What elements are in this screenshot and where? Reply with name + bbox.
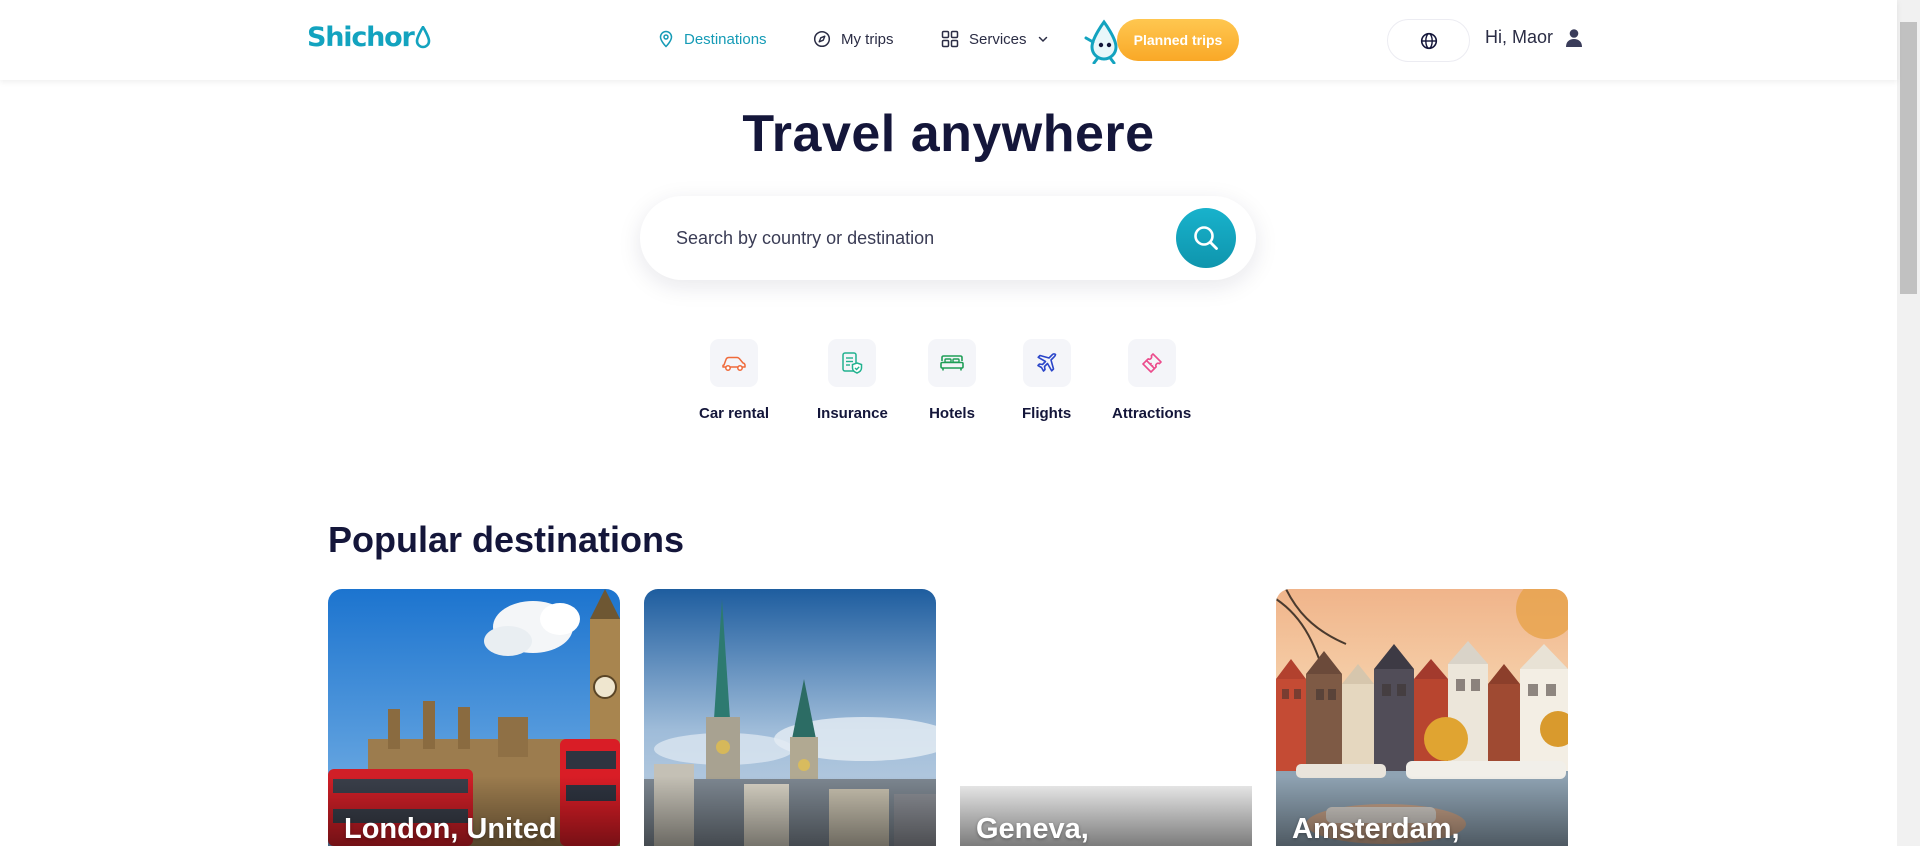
category-label: Attractions [1112,405,1192,422]
drop-icon [415,26,430,49]
category-car-rental[interactable]: Car rental [699,339,769,422]
destination-card-london[interactable]: London, United [328,589,620,846]
category-tile [1022,339,1071,387]
destination-card-geneva[interactable]: Geneva, [960,589,1252,846]
top-header: Shichor Destinations My trips Services P… [0,0,1897,80]
card-shade [644,776,936,846]
category-label: Car rental [699,405,770,422]
destination-name: Amsterdam, [1292,813,1460,845]
nav-destinations[interactable]: Destinations [658,28,767,50]
category-label: Insurance [817,405,888,422]
section-title-popular: Popular destinations [328,519,685,560]
logo-text: Shichor [307,22,415,53]
car-icon [722,356,746,371]
language-button[interactable] [1387,19,1470,62]
search-input[interactable] [676,227,1146,249]
nav-my-trips[interactable]: My trips [813,28,894,50]
destination-card-amsterdam[interactable]: Amsterdam, [1276,589,1568,846]
category-attractions[interactable]: Attractions [1112,339,1191,422]
greeting-text: Hi, Maor [1485,27,1554,47]
planned-trips-button[interactable]: Planned trips [1117,19,1239,61]
category-label: Hotels [929,405,975,422]
globe-icon [1420,32,1437,49]
category-tile [1127,339,1176,387]
nav-services-label: Services [969,30,1027,48]
logo[interactable]: Shichor [307,22,431,53]
nav-my-trips-label: My trips [841,30,894,48]
category-insurance[interactable]: Insurance [817,339,888,422]
search-icon [1194,226,1218,250]
category-tile [928,339,976,387]
category-flights[interactable]: Flights [1022,339,1071,422]
user-icon [1566,28,1583,47]
mascot-drop-icon [1084,19,1118,64]
destination-card-2[interactable] [644,589,936,846]
destination-name: Geneva, [976,813,1089,845]
destination-name: London, United [344,813,557,845]
scrollbar-thumb[interactable] [1900,22,1917,294]
airplane-icon [1036,353,1056,372]
compass-icon [813,30,831,48]
search-button[interactable] [1176,208,1236,268]
category-tile [710,339,759,387]
grid-icon [941,30,959,48]
nav-services[interactable]: Services [941,28,1049,50]
category-tile [828,339,877,387]
bed-icon [940,355,964,371]
nav-destinations-label: Destinations [684,30,767,48]
chevron-down-icon [1038,36,1047,43]
page-title: Travel anywhere [742,105,1155,163]
search-bar [640,196,1256,280]
user-menu[interactable]: Hi, Maor [1485,27,1583,48]
insurance-document-icon [842,352,863,374]
location-pin-icon [659,30,673,48]
ticket-icon [1141,353,1162,373]
category-label: Flights [1022,405,1072,422]
category-hotels[interactable]: Hotels [928,339,976,422]
